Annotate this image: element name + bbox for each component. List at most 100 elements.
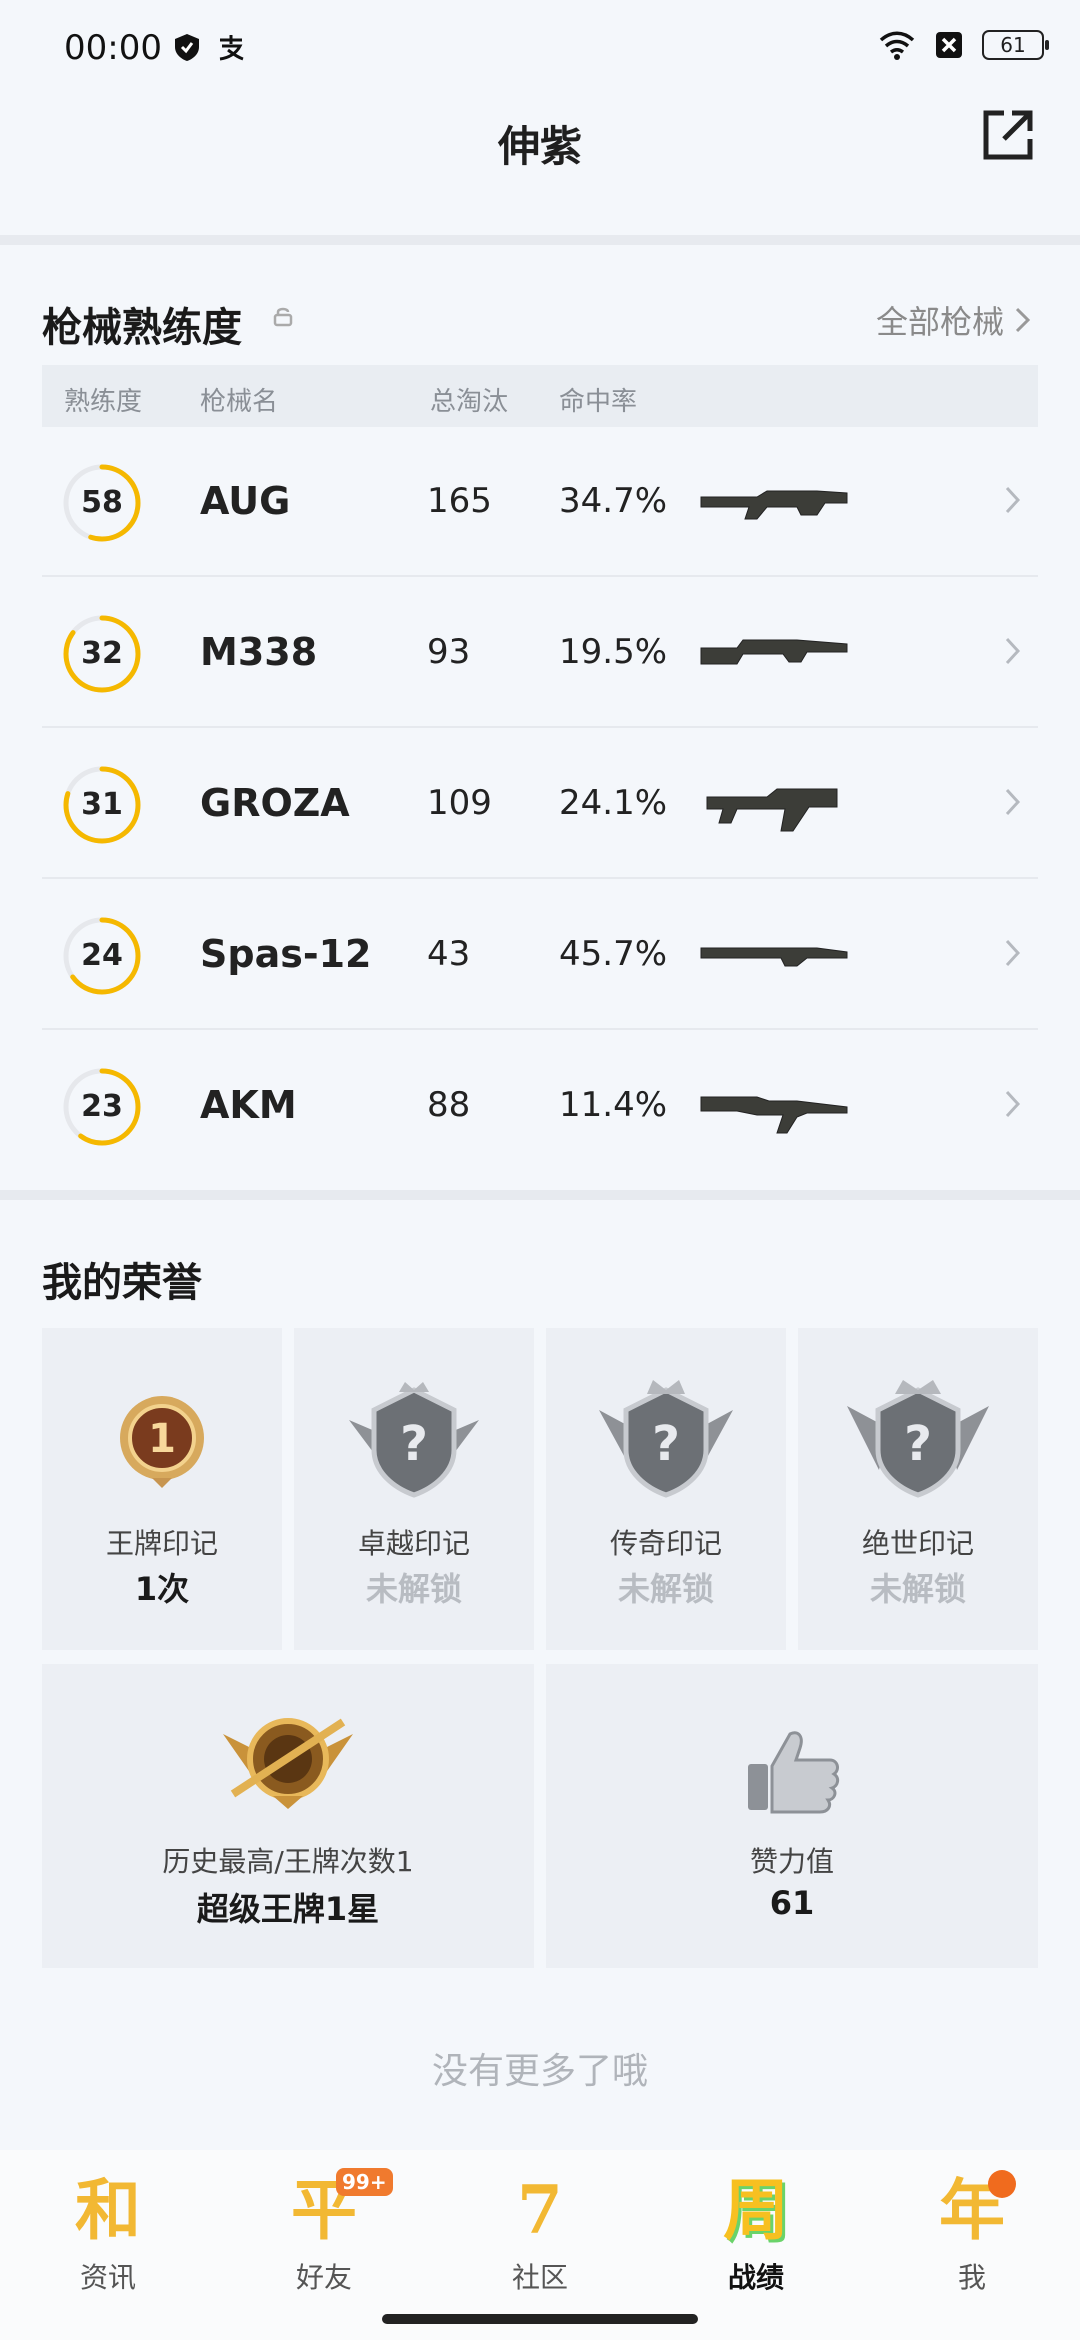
battery-indicator: 61 xyxy=(982,30,1049,60)
thumbs-up-icon xyxy=(748,1731,840,1814)
nav-item-community[interactable]: 7 社区 xyxy=(470,2170,610,2300)
svg-text:1: 1 xyxy=(148,1416,176,1462)
weapon-name: GROZA xyxy=(200,781,350,825)
divider xyxy=(0,1190,1080,1200)
weapon-row[interactable]: 23 AKM 88 11.4% xyxy=(42,1031,1038,1181)
weapon-proficiency-section: 枪械熟练度 全部枪械 熟练度 枪械名 总淘汰 命中率 58 AUG 165 34.7%… xyxy=(0,245,1080,1190)
rank-emblem-icon xyxy=(223,1718,353,1809)
lock-icon xyxy=(273,307,293,327)
weapon-kills: 109 xyxy=(427,783,492,823)
nav-item-me[interactable]: 年 我 xyxy=(902,2170,1042,2300)
chevron-right-icon xyxy=(1005,1090,1021,1118)
notification-dot xyxy=(988,2170,1016,2198)
mark-value: 未解锁 xyxy=(617,1570,714,1608)
mark-card-legend[interactable]: ? 传奇印记 未解锁 xyxy=(546,1328,786,1650)
mark-value: 未解锁 xyxy=(365,1570,462,1608)
proficiency-ring: 58 xyxy=(60,461,144,545)
page-header: 伸紫 xyxy=(0,95,1080,235)
locked-emblem-icon: ? xyxy=(847,1380,989,1498)
weapon-image xyxy=(700,947,848,967)
col-kills: 总淘汰 xyxy=(430,387,509,417)
weapon-row[interactable]: 24 Spas-12 43 45.7% xyxy=(42,880,1038,1030)
proficiency-value: 58 xyxy=(81,485,123,520)
weapon-image xyxy=(700,490,848,520)
chevron-right-icon xyxy=(1005,637,1021,665)
no-more-text: 没有更多了哦 xyxy=(431,2051,648,2092)
table-header: 熟练度 枪械名 总淘汰 命中率 xyxy=(42,365,1038,427)
mark-title: 传奇印记 xyxy=(609,1527,722,1560)
weapon-accuracy: 24.1% xyxy=(559,783,668,823)
proficiency-value: 24 xyxy=(81,938,123,973)
share-icon[interactable] xyxy=(980,107,1036,163)
col-accuracy: 命中率 xyxy=(559,387,638,417)
likes-value: 61 xyxy=(769,1884,815,1922)
proficiency-ring: 24 xyxy=(60,914,144,998)
svg-text:?: ? xyxy=(904,1416,932,1472)
wifi-icon xyxy=(879,31,915,60)
weapon-name: M338 xyxy=(200,630,318,674)
svg-text:?: ? xyxy=(652,1416,680,1472)
nav-item-stats[interactable]: 周 战绩 xyxy=(686,2170,826,2300)
all-weapons-link[interactable]: 全部枪械 xyxy=(876,297,1032,343)
mark-card-ace[interactable]: 1 王牌印记 1次 xyxy=(42,1328,282,1650)
all-weapons-label: 全部枪械 xyxy=(875,303,1004,341)
notification-badge: 99+ xyxy=(336,2168,393,2196)
nav-item-news[interactable]: 和 资讯 xyxy=(38,2170,178,2300)
bottom-nav: 和 资讯 平 99+ 好友 7 社区 周 战绩 年 我 xyxy=(0,2150,1080,2340)
sim-off-icon xyxy=(936,32,962,58)
col-weapon-name: 枪械名 xyxy=(200,387,279,417)
status-time: 00:00 xyxy=(64,28,162,68)
chevron-right-icon xyxy=(1015,307,1031,333)
history-value: 超级王牌1星 xyxy=(196,1890,380,1928)
mark-value: 1次 xyxy=(134,1570,190,1608)
proficiency-ring: 32 xyxy=(60,612,144,696)
weapon-kills: 165 xyxy=(427,481,492,521)
shield-icon xyxy=(175,34,199,61)
status-bar: 00:00 61 xyxy=(0,0,1080,95)
history-title: 历史最高/王牌次数1 xyxy=(162,1845,414,1878)
page-title: 伸紫 xyxy=(497,122,582,171)
mark-card-excellent[interactable]: ? 卓越印记 未解锁 xyxy=(294,1328,534,1650)
me-icon: 年 xyxy=(939,2171,1005,2249)
weapon-accuracy: 34.7% xyxy=(559,481,668,521)
nav-label: 我 xyxy=(957,2261,986,2294)
ace-medal-icon: 1 xyxy=(120,1396,204,1488)
proficiency-value: 31 xyxy=(81,787,123,822)
proficiency-value: 23 xyxy=(81,1089,123,1124)
mark-title: 王牌印记 xyxy=(105,1527,218,1560)
alipay-icon xyxy=(219,35,244,61)
honors-section: 我的荣誉 1 王牌印记 1次 ? 卓越印记 未解锁 ? 传奇印记 未解锁 ? 绝… xyxy=(0,1200,1080,2150)
mark-title: 卓越印记 xyxy=(357,1527,470,1560)
svg-text:?: ? xyxy=(400,1416,428,1472)
weapon-row[interactable]: 58 AUG 165 34.7% xyxy=(42,427,1038,577)
nav-label: 社区 xyxy=(511,2261,568,2294)
home-indicator[interactable] xyxy=(382,2314,698,2324)
weapon-row[interactable]: 31 GROZA 109 24.1% xyxy=(42,729,1038,879)
weapon-accuracy: 45.7% xyxy=(559,934,668,974)
weapon-row[interactable]: 32 M338 93 19.5% xyxy=(42,578,1038,728)
weapon-image xyxy=(700,1096,848,1134)
proficiency-value: 32 xyxy=(81,636,123,671)
nav-label: 好友 xyxy=(295,2261,352,2294)
mark-title: 绝世印记 xyxy=(861,1527,974,1560)
mark-card-peerless[interactable]: ? 绝世印记 未解锁 xyxy=(798,1328,1038,1650)
chevron-right-icon xyxy=(1005,486,1021,514)
locked-emblem-icon: ? xyxy=(349,1382,479,1498)
locked-emblem-icon: ? xyxy=(599,1380,733,1498)
likes-title: 赞力值 xyxy=(749,1845,834,1878)
chevron-right-icon xyxy=(1005,788,1021,816)
weapon-kills: 93 xyxy=(427,632,471,672)
community-icon: 7 xyxy=(517,2171,563,2249)
weapon-image xyxy=(700,639,848,665)
nav-label: 资讯 xyxy=(79,2261,136,2294)
proficiency-ring: 23 xyxy=(60,1065,144,1149)
history-rank-card[interactable]: 历史最高/王牌次数1 超级王牌1星 xyxy=(42,1664,534,1968)
nav-item-friends[interactable]: 平 99+ 好友 xyxy=(254,2168,394,2300)
nav-label: 战绩 xyxy=(727,2261,784,2294)
mark-value: 未解锁 xyxy=(869,1570,966,1608)
likes-card[interactable]: 赞力值 61 xyxy=(546,1664,1038,1968)
col-proficiency: 熟练度 xyxy=(64,387,143,417)
news-icon: 和 xyxy=(75,2171,141,2249)
chevron-right-icon xyxy=(1005,939,1021,967)
weapon-accuracy: 19.5% xyxy=(559,632,668,672)
